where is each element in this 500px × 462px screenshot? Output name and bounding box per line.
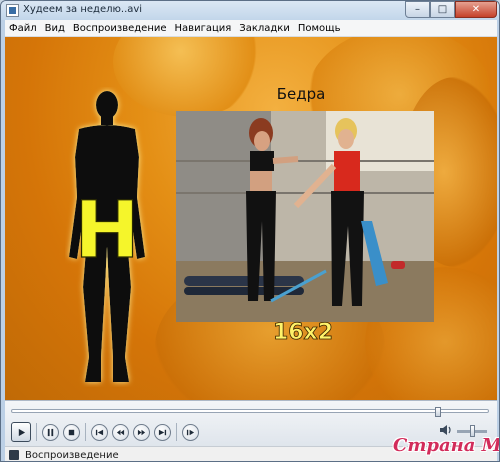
play-icon bbox=[18, 428, 25, 436]
section-title: Бедра bbox=[276, 85, 326, 103]
previous-button[interactable] bbox=[91, 423, 108, 441]
stop-icon bbox=[68, 429, 75, 435]
separator bbox=[85, 423, 86, 441]
window-title: Худеем за неделю..avi bbox=[23, 4, 143, 15]
close-button[interactable]: ✕ bbox=[455, 1, 497, 18]
next-button[interactable] bbox=[154, 423, 171, 441]
seek-thumb[interactable] bbox=[435, 407, 441, 417]
control-buttons bbox=[11, 422, 203, 442]
video-area[interactable]: Н Бедра 16х2 bbox=[5, 37, 497, 400]
menu-view[interactable]: Вид bbox=[41, 20, 69, 37]
minimize-button[interactable]: – bbox=[405, 1, 430, 18]
menu-bookmarks[interactable]: Закладки bbox=[235, 20, 294, 37]
maximize-button[interactable]: □ bbox=[430, 1, 455, 18]
reps-counter: 16х2 bbox=[272, 320, 334, 346]
stop-button[interactable] bbox=[63, 423, 80, 441]
menubar: Файл Вид Воспроизведение Навигация Закла… bbox=[5, 20, 497, 37]
frame-step-icon bbox=[186, 429, 195, 435]
exercise-video-frame bbox=[176, 111, 434, 322]
player-window: Худеем за неделю..avi – □ ✕ Файл Вид Вос… bbox=[0, 0, 500, 462]
volume-slider[interactable] bbox=[457, 425, 487, 437]
menu-file[interactable]: Файл bbox=[5, 20, 41, 37]
titlebar[interactable]: Худеем за неделю..avi – □ ✕ bbox=[1, 1, 499, 20]
menu-navigation[interactable]: Навигация bbox=[171, 20, 236, 37]
fast-forward-icon bbox=[137, 429, 146, 435]
pause-icon bbox=[47, 428, 54, 436]
status-text: Воспроизведение bbox=[25, 449, 119, 461]
app-icon bbox=[6, 4, 19, 17]
pause-button[interactable] bbox=[42, 423, 59, 441]
window-controls: – □ ✕ bbox=[405, 1, 497, 18]
floor-mat bbox=[184, 276, 304, 286]
skip-back-icon bbox=[95, 429, 104, 435]
menu-playback[interactable]: Воспроизведение bbox=[69, 20, 171, 37]
seek-bar[interactable] bbox=[11, 407, 489, 417]
play-button[interactable] bbox=[11, 422, 31, 442]
dumbbell bbox=[391, 261, 405, 269]
exercise-letter: Н bbox=[74, 186, 139, 276]
rewind-icon bbox=[116, 429, 125, 435]
separator bbox=[176, 423, 177, 441]
skip-forward-icon bbox=[158, 429, 167, 435]
watermark: Страна Мам bbox=[393, 435, 500, 456]
menu-help[interactable]: Помощь bbox=[294, 20, 345, 37]
body-silhouette: Н bbox=[69, 91, 145, 382]
frame-step-button[interactable] bbox=[182, 423, 199, 441]
status-icon bbox=[9, 450, 19, 460]
separator bbox=[36, 423, 37, 441]
rewind-button[interactable] bbox=[112, 423, 129, 441]
fast-forward-button[interactable] bbox=[133, 423, 150, 441]
